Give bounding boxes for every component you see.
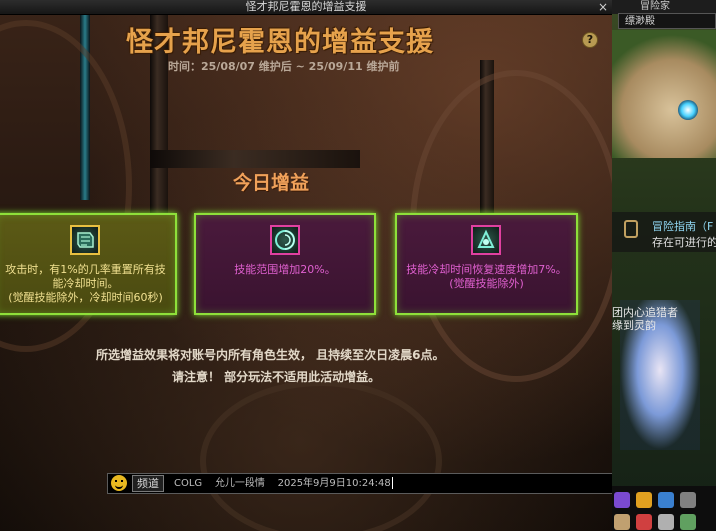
- scroll-icon: [70, 225, 100, 255]
- chat-message: COLG 允儿一段情 2025年9月9日10:24:48: [174, 478, 391, 489]
- emoji-icon[interactable]: [111, 475, 127, 491]
- portal-icon[interactable]: [678, 100, 698, 120]
- quick-bar: [612, 486, 716, 531]
- side-top-label: 冒险家: [612, 0, 716, 14]
- clock-icon[interactable]: [658, 514, 674, 530]
- guide-text: 存在可进行的: [652, 236, 716, 249]
- section-title: 今日增益: [233, 172, 310, 194]
- window-titlebar: 怪才邦尼霍恩的增益支援 ×: [0, 0, 612, 15]
- star-icon[interactable]: [614, 492, 630, 508]
- guide-icon: [624, 220, 638, 238]
- menu-icon[interactable]: [680, 514, 696, 530]
- buff-3-line-1: 技能冷却时间恢复速度增加7%。: [406, 263, 567, 276]
- character-title: 团内心追猎者: [612, 306, 678, 319]
- buff-card-2[interactable]: 技能范围增加20%。: [194, 213, 376, 315]
- gear-icon[interactable]: [680, 492, 696, 508]
- buff-card-1[interactable]: 攻击时，有1%的几率重置所有技 能冷却时间。 (觉醒技能除外，冷却时间60秒): [0, 213, 177, 315]
- close-icon[interactable]: ×: [598, 0, 608, 14]
- buff-3-line-2: (觉醒技能除外): [449, 277, 524, 290]
- event-title: 怪才邦尼霍恩的增益支援: [126, 27, 434, 58]
- side-panel: 冒险家 缥渺殿 冒险指南（F 存在可进行的 团内心追猎者 缘到灵韵: [612, 0, 716, 531]
- info-line-2: 请注意！ 部分玩法不适用此活动增益。: [172, 370, 381, 384]
- character-subtitle: 缘到灵韵: [612, 319, 656, 332]
- buff-1-line-3: (觉醒技能除外，冷却时间60秒): [8, 291, 163, 304]
- chat-input[interactable]: COLG 允儿一段情 2025年9月9日10:24:48: [174, 474, 393, 493]
- buff-card-3[interactable]: 技能冷却时间恢复速度增加7%。 (觉醒技能除外): [395, 213, 578, 315]
- swirl-icon: [471, 225, 501, 255]
- mail-icon[interactable]: [636, 514, 652, 530]
- chat-bar[interactable]: 频道 COLG 允儿一段情 2025年9月9日10:24:48: [107, 473, 651, 494]
- bag-icon[interactable]: [614, 514, 630, 530]
- buff-2-line-1: 技能范围增加20%。: [234, 263, 336, 276]
- event-period: 时间：25/08/07 维护后 ~ 25/09/11 维护前: [168, 60, 400, 73]
- guide-title: 冒险指南（F: [652, 220, 714, 233]
- location-name[interactable]: 缥渺殿: [618, 13, 716, 29]
- adventure-guide[interactable]: 冒险指南（F 存在可进行的: [612, 212, 716, 252]
- buff-1-line-2: 能冷却时间。: [52, 277, 119, 290]
- minimap[interactable]: [612, 30, 716, 158]
- buff-1-line-1: 攻击时，有1%的几率重置所有技: [5, 263, 166, 276]
- window-title: 怪才邦尼霍恩的增益支援: [245, 0, 367, 13]
- info-line-1: 所选增益效果将对账号内所有角色生效， 且持续至次日凌晨6点。: [96, 348, 445, 362]
- text-cursor: [391, 477, 393, 489]
- swirl-icon: [270, 225, 300, 255]
- flag-icon[interactable]: [658, 492, 674, 508]
- chat-channel-button[interactable]: 频道: [132, 475, 164, 492]
- pet-icon[interactable]: [636, 492, 652, 508]
- help-icon[interactable]: ?: [582, 32, 598, 48]
